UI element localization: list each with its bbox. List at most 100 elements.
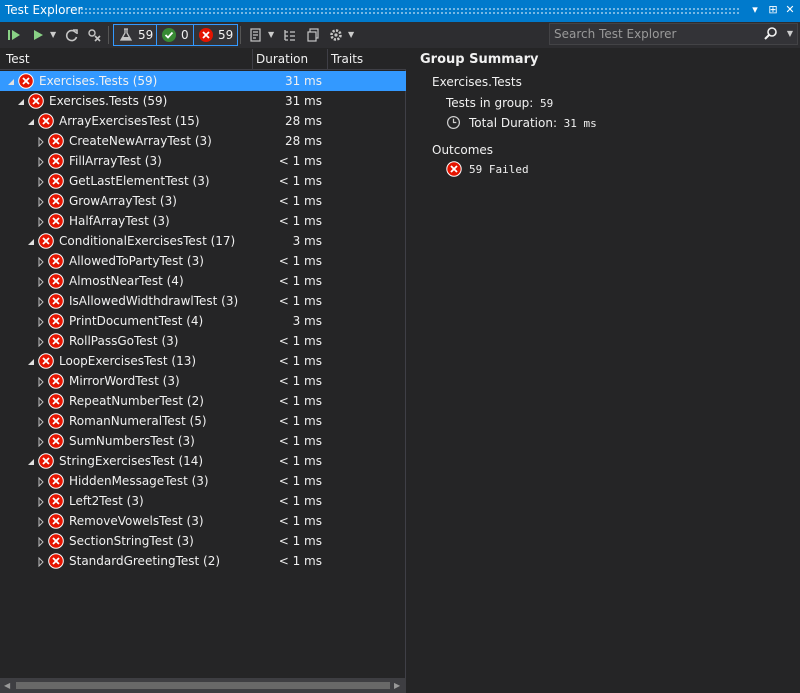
expand-arrow-icon[interactable] — [27, 116, 35, 126]
test-duration: < 1 ms — [278, 434, 322, 448]
tree-row[interactable]: FillArrayTest (3) < 1 ms — [0, 151, 406, 171]
tree-row[interactable]: ArrayExercisesTest (15) 28 ms — [0, 111, 406, 131]
search-input[interactable] — [554, 26, 764, 42]
tree-row[interactable]: RollPassGoTest (3) < 1 ms — [0, 331, 406, 351]
failed-status-icon — [48, 153, 64, 169]
cancel-button[interactable] — [84, 25, 104, 45]
repeat-last-run-button[interactable] — [62, 25, 82, 45]
expand-arrow-icon[interactable] — [17, 96, 25, 106]
run-button[interactable] — [28, 25, 48, 45]
tree-row[interactable]: PrintDocumentTest (4) 3 ms — [0, 311, 406, 331]
failed-filter-button[interactable]: 59 — [193, 24, 239, 46]
horizontal-scrollbar[interactable]: ◀ ▶ — [0, 678, 406, 693]
collapse-arrow-icon[interactable] — [37, 216, 45, 228]
passed-filter-button[interactable]: 0 — [156, 24, 194, 46]
test-duration: < 1 ms — [278, 154, 322, 168]
tree-row[interactable]: GetLastElementTest (3) < 1 ms — [0, 171, 406, 191]
settings-button[interactable] — [326, 25, 346, 45]
test-name: LoopExercisesTest (13) — [59, 354, 197, 368]
close-icon[interactable]: ✕ — [783, 2, 797, 18]
column-separator[interactable] — [252, 49, 253, 70]
copy-button[interactable] — [303, 25, 323, 45]
group-by-button[interactable] — [280, 25, 300, 45]
tree-row[interactable]: Left2Test (3) < 1 ms — [0, 491, 406, 511]
dropdown-icon[interactable]: ▾ — [748, 2, 762, 18]
tree-row[interactable]: StringExercisesTest (14) < 1 ms — [0, 451, 406, 471]
tree-row[interactable]: AllowedToPartyTest (3) < 1 ms — [0, 251, 406, 271]
tree-row[interactable]: StandardGreetingTest (2) < 1 ms — [0, 551, 406, 571]
playlist-dropdown-caret-icon[interactable]: ▼ — [268, 25, 274, 45]
collapse-arrow-icon[interactable] — [37, 556, 45, 568]
column-test[interactable]: Test — [6, 52, 30, 66]
column-traits[interactable]: Traits — [331, 52, 363, 66]
scroll-left-icon[interactable]: ◀ — [4, 680, 10, 691]
collapse-arrow-icon[interactable] — [37, 376, 45, 388]
expand-arrow-icon[interactable] — [7, 76, 15, 86]
tree-row[interactable]: RemoveVowelsTest (3) < 1 ms — [0, 511, 406, 531]
test-duration: < 1 ms — [278, 514, 322, 528]
drag-grip[interactable] — [80, 7, 740, 15]
collapse-arrow-icon[interactable] — [37, 316, 45, 328]
test-name: IsAllowedWidthdrawlTest (3) — [69, 294, 239, 308]
test-name: RemoveVowelsTest (3) — [69, 514, 204, 528]
collapse-arrow-icon[interactable] — [37, 256, 45, 268]
failed-outcome-link[interactable]: 59 Failed — [469, 163, 529, 176]
column-separator[interactable] — [327, 49, 328, 70]
scrollbar-thumb[interactable] — [16, 682, 390, 689]
pin-icon[interactable]: ⊞ — [766, 2, 780, 18]
collapse-arrow-icon[interactable] — [37, 476, 45, 488]
collapse-arrow-icon[interactable] — [37, 296, 45, 308]
collapse-arrow-icon[interactable] — [37, 176, 45, 188]
tree-row[interactable]: Exercises.Tests (59) 31 ms — [0, 71, 406, 91]
test-name: RollPassGoTest (3) — [69, 334, 179, 348]
settings-dropdown-caret-icon[interactable]: ▼ — [348, 25, 354, 45]
search-icon[interactable] — [763, 26, 779, 42]
run-dropdown-caret-icon[interactable]: ▼ — [50, 25, 56, 45]
total-duration: Total Duration: 31 ms — [469, 116, 597, 130]
collapse-arrow-icon[interactable] — [37, 336, 45, 348]
collapse-arrow-icon[interactable] — [37, 536, 45, 548]
outcomes-label: Outcomes — [432, 143, 494, 157]
collapse-arrow-icon[interactable] — [37, 276, 45, 288]
expand-arrow-icon[interactable] — [27, 356, 35, 366]
passed-count: 0 — [181, 28, 189, 42]
collapse-arrow-icon[interactable] — [37, 196, 45, 208]
expand-arrow-icon[interactable] — [27, 236, 35, 246]
tree-row[interactable]: CreateNewArrayTest (3) 28 ms — [0, 131, 406, 151]
expand-arrow-icon[interactable] — [27, 456, 35, 466]
failed-outcome-icon — [446, 161, 462, 177]
playlist-button[interactable] — [246, 25, 266, 45]
tree-row[interactable]: LoopExercisesTest (13) < 1 ms — [0, 351, 406, 371]
tree-row[interactable]: SectionStringTest (3) < 1 ms — [0, 531, 406, 551]
tree-row[interactable]: RepeatNumberTest (2) < 1 ms — [0, 391, 406, 411]
tree-row[interactable]: IsAllowedWidthdrawlTest (3) < 1 ms — [0, 291, 406, 311]
test-name: AllowedToPartyTest (3) — [69, 254, 204, 268]
tree-row[interactable]: Exercises.Tests (59) 31 ms — [0, 91, 406, 111]
scroll-right-icon[interactable]: ▶ — [394, 680, 400, 691]
tree-row[interactable]: SumNumbersTest (3) < 1 ms — [0, 431, 406, 451]
failed-status-icon — [38, 233, 54, 249]
collapse-arrow-icon[interactable] — [37, 496, 45, 508]
collapse-arrow-icon[interactable] — [37, 136, 45, 148]
tree-row[interactable]: GrowArrayTest (3) < 1 ms — [0, 191, 406, 211]
copy-icon — [307, 28, 319, 42]
collapse-arrow-icon[interactable] — [37, 436, 45, 448]
tree-row[interactable]: AlmostNearTest (4) < 1 ms — [0, 271, 406, 291]
collapse-arrow-icon[interactable] — [37, 416, 45, 428]
all-tests-filter-button[interactable]: 59 — [113, 24, 159, 46]
tree-row[interactable]: RomanNumeralTest (5) < 1 ms — [0, 411, 406, 431]
total-duration-value: 31 ms — [563, 117, 597, 130]
column-duration[interactable]: Duration — [256, 52, 308, 66]
tree-row[interactable]: ConditionalExercisesTest (17) 3 ms — [0, 231, 406, 251]
tree-row[interactable]: MirrorWordTest (3) < 1 ms — [0, 371, 406, 391]
collapse-arrow-icon[interactable] — [37, 396, 45, 408]
failed-status-icon — [48, 413, 64, 429]
collapse-arrow-icon[interactable] — [37, 156, 45, 168]
run-all-button[interactable] — [4, 25, 24, 45]
search-options-caret-icon[interactable]: ▼ — [787, 26, 793, 42]
collapse-arrow-icon[interactable] — [37, 516, 45, 528]
title-bar: Test Explorer ▾ ⊞ ✕ — [0, 0, 800, 22]
tree-row[interactable]: HiddenMessageTest (3) < 1 ms — [0, 471, 406, 491]
tree-row[interactable]: HalfArrayTest (3) < 1 ms — [0, 211, 406, 231]
test-duration: 31 ms — [284, 94, 322, 108]
